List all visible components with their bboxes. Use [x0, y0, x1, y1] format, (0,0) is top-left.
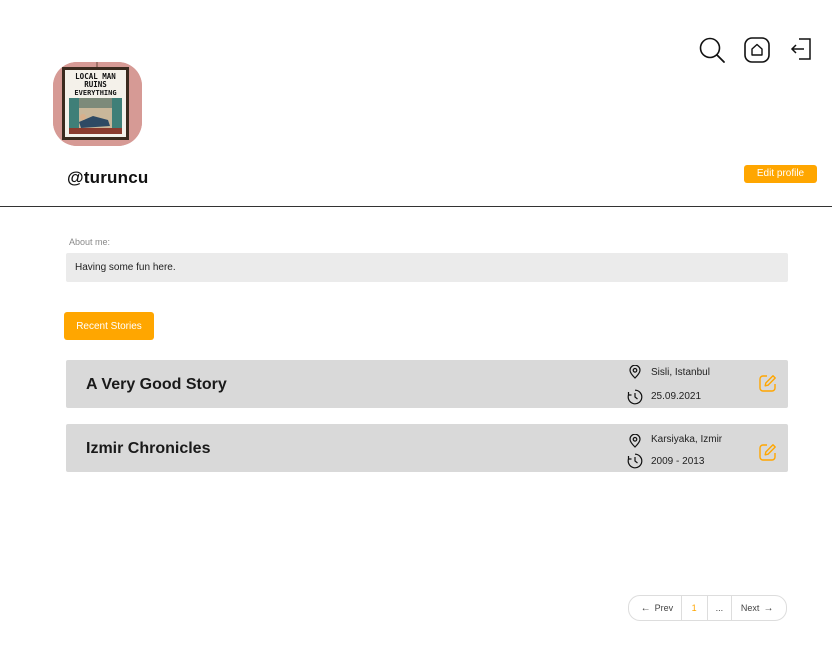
about-text: Having some fun here. — [75, 262, 176, 273]
next-label: Next — [740, 603, 760, 613]
search-icon[interactable] — [698, 36, 726, 64]
edit-profile-button[interactable]: Edit profile — [744, 165, 817, 183]
story-card[interactable]: Izmir Chronicles Karsiyaka, Izmir 2009 -… — [66, 424, 788, 472]
about-label: About me: — [69, 237, 111, 247]
edit-story-icon[interactable] — [758, 374, 777, 393]
clock-icon — [627, 453, 643, 469]
pagination: ← Prev 1 ... Next → — [628, 595, 787, 621]
arrow-left-icon: ← — [640, 602, 651, 614]
story-title[interactable]: Izmir Chronicles — [86, 440, 210, 458]
location-pin-icon — [628, 365, 642, 379]
edit-story-icon[interactable] — [758, 443, 777, 462]
home-icon[interactable] — [744, 37, 770, 63]
username: @turuncu — [67, 168, 149, 187]
recent-stories-button[interactable]: Recent Stories — [64, 312, 154, 340]
clock-icon — [627, 389, 643, 405]
story-title[interactable]: A Very Good Story — [86, 376, 227, 394]
about-box: Having some fun here. — [66, 253, 788, 282]
avatar-sign-line-3: EVERYTHING — [74, 89, 116, 97]
page-button-1[interactable]: 1 — [682, 596, 708, 620]
next-page-button[interactable]: Next → — [732, 596, 786, 620]
story-date: 25.09.2021 — [651, 391, 702, 402]
divider — [0, 206, 832, 207]
arrow-right-icon: → — [763, 602, 774, 614]
avatar-sign-line-2: RUINS — [84, 80, 107, 89]
story-card[interactable]: A Very Good Story Sisli, Istanbul 25.09.… — [66, 360, 788, 408]
location-pin-icon — [628, 434, 642, 448]
page-ellipsis: ... — [708, 596, 733, 620]
story-location: Karsiyaka, Izmir — [651, 434, 723, 445]
avatar: LOCAL MAN RUINS EVERYTHING — [53, 62, 142, 146]
story-date: 2009 - 2013 — [651, 456, 705, 467]
story-location: Sisli, Istanbul — [651, 367, 710, 378]
prev-page-button[interactable]: ← Prev — [629, 596, 682, 620]
prev-label: Prev — [654, 603, 674, 613]
logout-icon[interactable] — [790, 37, 812, 61]
